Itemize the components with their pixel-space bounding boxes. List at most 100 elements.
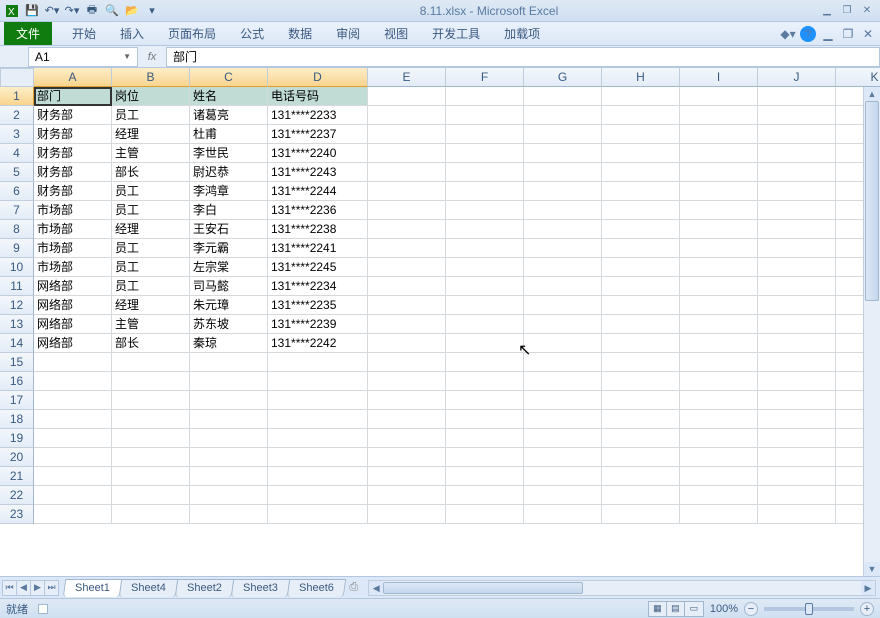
- cell-H21[interactable]: [602, 467, 680, 486]
- cell-C5[interactable]: 尉迟恭: [190, 163, 268, 182]
- row-header-7[interactable]: 7: [0, 201, 34, 220]
- help-icon[interactable]: ?: [800, 26, 816, 42]
- row-header-13[interactable]: 13: [0, 315, 34, 334]
- cell-I11[interactable]: [680, 277, 758, 296]
- cell-D9[interactable]: 131****2241: [268, 239, 368, 258]
- cell-F11[interactable]: [446, 277, 524, 296]
- col-header-C[interactable]: C: [190, 68, 268, 87]
- cell-J20[interactable]: [758, 448, 836, 467]
- cell-I7[interactable]: [680, 201, 758, 220]
- cell-J9[interactable]: [758, 239, 836, 258]
- row-header-11[interactable]: 11: [0, 277, 34, 296]
- cell-A6[interactable]: 财务部: [34, 182, 112, 201]
- cell-C13[interactable]: 苏东坡: [190, 315, 268, 334]
- scroll-left-icon[interactable]: ◀: [369, 581, 383, 595]
- vscroll-thumb[interactable]: [865, 101, 879, 301]
- cell-J18[interactable]: [758, 410, 836, 429]
- cell-C15[interactable]: [190, 353, 268, 372]
- cell-D5[interactable]: 131****2243: [268, 163, 368, 182]
- page-break-view-icon[interactable]: ▭: [685, 602, 703, 616]
- row-header-14[interactable]: 14: [0, 334, 34, 353]
- cell-G21[interactable]: [524, 467, 602, 486]
- cell-E5[interactable]: [368, 163, 446, 182]
- cell-I21[interactable]: [680, 467, 758, 486]
- zoom-out-icon[interactable]: −: [744, 602, 758, 616]
- cell-H18[interactable]: [602, 410, 680, 429]
- cell-J14[interactable]: [758, 334, 836, 353]
- cell-G5[interactable]: [524, 163, 602, 182]
- cell-E21[interactable]: [368, 467, 446, 486]
- cell-F22[interactable]: [446, 486, 524, 505]
- cell-G18[interactable]: [524, 410, 602, 429]
- vertical-scrollbar[interactable]: ▲ ▼: [863, 87, 880, 576]
- cell-D13[interactable]: 131****2239: [268, 315, 368, 334]
- cell-C18[interactable]: [190, 410, 268, 429]
- cell-A21[interactable]: [34, 467, 112, 486]
- cell-F13[interactable]: [446, 315, 524, 334]
- cell-A19[interactable]: [34, 429, 112, 448]
- row-header-20[interactable]: 20: [0, 448, 34, 467]
- cell-H7[interactable]: [602, 201, 680, 220]
- row-header-9[interactable]: 9: [0, 239, 34, 258]
- cell-A16[interactable]: [34, 372, 112, 391]
- cell-J2[interactable]: [758, 106, 836, 125]
- cell-B13[interactable]: 主管: [112, 315, 190, 334]
- cell-I4[interactable]: [680, 144, 758, 163]
- cell-E2[interactable]: [368, 106, 446, 125]
- col-header-D[interactable]: D: [268, 68, 368, 87]
- cell-B18[interactable]: [112, 410, 190, 429]
- cell-E20[interactable]: [368, 448, 446, 467]
- cell-B11[interactable]: 员工: [112, 277, 190, 296]
- cell-J22[interactable]: [758, 486, 836, 505]
- cell-J4[interactable]: [758, 144, 836, 163]
- cell-C3[interactable]: 杜甫: [190, 125, 268, 144]
- cell-C12[interactable]: 朱元璋: [190, 296, 268, 315]
- cell-F16[interactable]: [446, 372, 524, 391]
- col-header-I[interactable]: I: [680, 68, 758, 87]
- cell-D6[interactable]: 131****2244: [268, 182, 368, 201]
- cell-H19[interactable]: [602, 429, 680, 448]
- cells-area[interactable]: 部门岗位姓名电话号码财务部员工诸葛亮131****2233财务部经理杜甫131*…: [34, 87, 880, 524]
- cell-D14[interactable]: 131****2242: [268, 334, 368, 353]
- row-header-15[interactable]: 15: [0, 353, 34, 372]
- cell-F20[interactable]: [446, 448, 524, 467]
- cell-J19[interactable]: [758, 429, 836, 448]
- menu-视图[interactable]: 视图: [372, 22, 420, 45]
- cell-J1[interactable]: [758, 87, 836, 106]
- cell-E16[interactable]: [368, 372, 446, 391]
- cell-D1[interactable]: 电话号码: [268, 87, 368, 106]
- sheet-tab-Sheet3[interactable]: Sheet3: [230, 579, 289, 597]
- cell-G20[interactable]: [524, 448, 602, 467]
- normal-view-icon[interactable]: ▦: [649, 602, 667, 616]
- cell-C21[interactable]: [190, 467, 268, 486]
- cell-B16[interactable]: [112, 372, 190, 391]
- cell-B15[interactable]: [112, 353, 190, 372]
- menu-加载项[interactable]: 加载项: [492, 22, 552, 45]
- col-header-H[interactable]: H: [602, 68, 680, 87]
- cell-J12[interactable]: [758, 296, 836, 315]
- cell-H4[interactable]: [602, 144, 680, 163]
- cell-G8[interactable]: [524, 220, 602, 239]
- cell-D10[interactable]: 131****2245: [268, 258, 368, 277]
- sheet-tab-Sheet6[interactable]: Sheet6: [286, 579, 345, 597]
- cell-I16[interactable]: [680, 372, 758, 391]
- cell-A13[interactable]: 网络部: [34, 315, 112, 334]
- cell-D11[interactable]: 131****2234: [268, 277, 368, 296]
- cell-B1[interactable]: 岗位: [112, 87, 190, 106]
- cell-A18[interactable]: [34, 410, 112, 429]
- cell-J5[interactable]: [758, 163, 836, 182]
- cell-F4[interactable]: [446, 144, 524, 163]
- cell-I17[interactable]: [680, 391, 758, 410]
- cell-C17[interactable]: [190, 391, 268, 410]
- cell-A3[interactable]: 财务部: [34, 125, 112, 144]
- cell-E1[interactable]: [368, 87, 446, 106]
- cell-J17[interactable]: [758, 391, 836, 410]
- cell-B17[interactable]: [112, 391, 190, 410]
- select-all-corner[interactable]: [0, 68, 34, 87]
- cell-D23[interactable]: [268, 505, 368, 524]
- cell-H5[interactable]: [602, 163, 680, 182]
- name-box-dropdown-icon[interactable]: ▼: [123, 52, 131, 61]
- cell-A22[interactable]: [34, 486, 112, 505]
- col-header-F[interactable]: F: [446, 68, 524, 87]
- cell-D16[interactable]: [268, 372, 368, 391]
